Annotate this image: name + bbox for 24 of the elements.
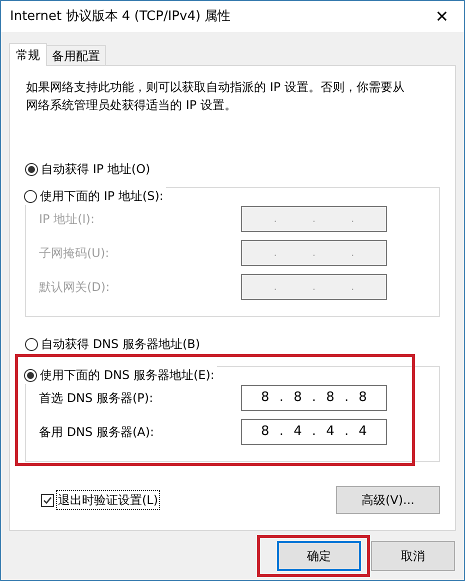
tab[interactable]: 常规 bbox=[9, 43, 47, 66]
radio-button[interactable] bbox=[24, 190, 37, 202]
ip-address-field[interactable]: 8 . 8 . 8 . 8 bbox=[241, 385, 387, 411]
cancel-button[interactable]: 取消 bbox=[371, 541, 455, 571]
field-label: 默认网关(D): bbox=[39, 279, 110, 296]
close-button[interactable]: ✕ bbox=[432, 8, 452, 24]
tab[interactable]: 备用配置 bbox=[47, 45, 106, 65]
description-text: 如果网络支持此功能，则可以获取自动指派的 IP 设置。否则，你需要从网络系统管理员处获得适当的 IP 设置。 bbox=[25, 79, 406, 114]
checkbox[interactable] bbox=[41, 494, 54, 506]
ok-button[interactable]: 确定 bbox=[277, 541, 361, 571]
advanced-button[interactable]: 高级(V)... bbox=[336, 486, 440, 514]
radio-button[interactable] bbox=[25, 338, 38, 350]
radio-button[interactable] bbox=[25, 162, 38, 176]
field-label: 子网掩码(U): bbox=[39, 245, 110, 262]
radio-option[interactable]: 自动获得 IP 地址(O) bbox=[25, 160, 440, 178]
ip-address-field[interactable]: 8 . 4 . 4 . 4 bbox=[241, 419, 387, 445]
field-label: 备用 DNS 服务器(A): bbox=[39, 424, 154, 441]
field-label: IP 地址(I): bbox=[39, 211, 95, 228]
radio-option[interactable]: 自动获得 DNS 服务器地址(B) bbox=[25, 335, 440, 353]
window-title: Internet 协议版本 4 (TCP/IPv4) 属性 bbox=[10, 8, 231, 26]
radio-option[interactable]: 使用下面的 IP 地址(S): bbox=[24, 187, 166, 205]
field-label: 首选 DNS 服务器(P): bbox=[39, 390, 154, 407]
radio-button[interactable] bbox=[24, 368, 37, 382]
radio-option[interactable]: 使用下面的 DNS 服务器地址(E): bbox=[24, 366, 218, 384]
